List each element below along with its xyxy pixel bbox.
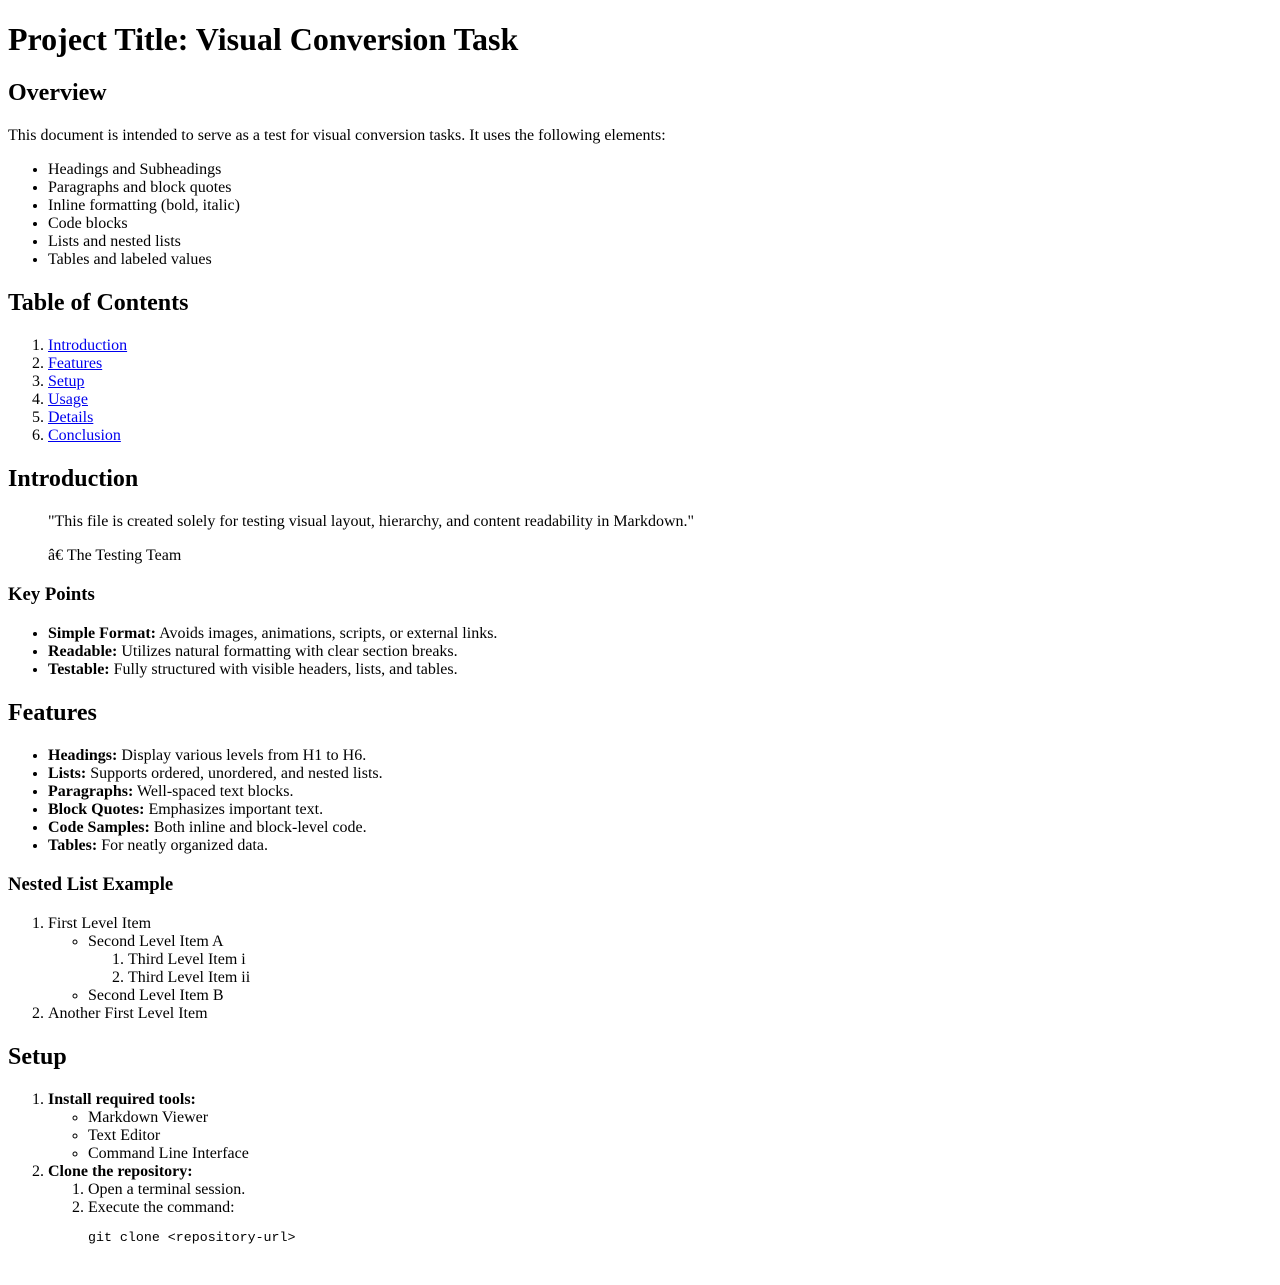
item-text: Second Level Item A (88, 933, 224, 950)
item-text: Fully structured with visible headers, l… (109, 661, 458, 678)
list-item: Lists: Supports ordered, unordered, and … (48, 765, 1272, 783)
sub-list: Second Level Item A Third Level Item i T… (48, 933, 1272, 1005)
list-item: Block Quotes: Emphasizes important text. (48, 801, 1272, 819)
list-item: Testable: Fully structured with visible … (48, 661, 1272, 679)
nested-list-heading: Nested List Example (8, 874, 174, 895)
list-item: Third Level Item i (128, 951, 1272, 969)
tools-list: Markdown Viewer Text Editor Command Line… (48, 1109, 1272, 1163)
setup-heading: Setup (8, 1044, 67, 1070)
item-label: Paragraphs: (48, 783, 134, 800)
setup-steps: Install required tools: Markdown Viewer … (8, 1091, 1272, 1245)
list-item: Headings: Display various levels from H1… (48, 747, 1272, 765)
item-text: Both inline and block-level code. (149, 819, 367, 836)
code-block: git clone <repository-url> (88, 1230, 296, 1245)
list-item: First Level Item Second Level Item A Thi… (48, 915, 1272, 1005)
list-item: Third Level Item ii (128, 969, 1272, 987)
toc-item: Setup (48, 373, 1272, 391)
item-text: Well-spaced text blocks. (133, 783, 294, 800)
item-text: Display various levels from H1 to H6. (117, 747, 367, 764)
toc-link-features[interactable]: Features (48, 355, 102, 372)
list-item: Paragraphs and block quotes (48, 179, 1272, 197)
list-item: Code blocks (48, 215, 1272, 233)
features-list: Headings: Display various levels from H1… (8, 747, 1272, 855)
intro-blockquote: "This file is created solely for testing… (48, 513, 1232, 565)
item-text: Emphasizes important text. (144, 801, 324, 818)
toc-link-introduction[interactable]: Introduction (48, 337, 127, 354)
list-item: Command Line Interface (88, 1145, 1272, 1163)
list-item: Second Level Item B (88, 987, 1272, 1005)
introduction-heading: Introduction (8, 466, 139, 492)
toc-link-setup[interactable]: Setup (48, 373, 84, 390)
item-label: Testable: (48, 661, 110, 678)
overview-list: Headings and Subheadings Paragraphs and … (8, 161, 1272, 269)
item-label: Block Quotes: (48, 801, 145, 818)
overview-heading: Overview (8, 80, 107, 106)
toc-list: Introduction Features Setup Usage Detail… (8, 337, 1272, 445)
clone-substeps: Open a terminal session. Execute the com… (48, 1181, 1272, 1245)
list-item: Code Samples: Both inline and block-leve… (48, 819, 1272, 837)
toc-link-conclusion[interactable]: Conclusion (48, 427, 121, 444)
item-label: Headings: (48, 747, 118, 764)
features-heading: Features (8, 700, 97, 726)
overview-intro: This document is intended to serve as a … (8, 127, 666, 144)
list-item: Text Editor (88, 1127, 1272, 1145)
list-item: Tables and labeled values (48, 251, 1272, 269)
list-item: Execute the command: git clone <reposito… (88, 1199, 1272, 1245)
key-points-heading: Key Points (8, 584, 95, 605)
item-text: Execute the command: (88, 1199, 235, 1216)
toc-heading: Table of Contents (8, 290, 189, 316)
item-label: Lists: (48, 765, 87, 782)
item-text: First Level Item (48, 915, 152, 932)
list-item: Install required tools: Markdown Viewer … (48, 1091, 1272, 1163)
list-item: Open a terminal session. (88, 1181, 1272, 1199)
step-label: Clone the repository: (48, 1163, 193, 1180)
list-item: Second Level Item A Third Level Item i T… (88, 933, 1272, 987)
item-label: Code Samples: (48, 819, 150, 836)
quote-text: "This file is created solely for testing… (48, 513, 695, 530)
list-item: Lists and nested lists (48, 233, 1272, 251)
toc-link-usage[interactable]: Usage (48, 391, 88, 408)
list-item: Another First Level Item (48, 1005, 1272, 1023)
item-label: Tables: (48, 837, 98, 854)
list-item: Readable: Utilizes natural formatting wi… (48, 643, 1272, 661)
list-item: Headings and Subheadings (48, 161, 1272, 179)
item-label: Simple Format: (48, 625, 156, 642)
item-text: Avoids images, animations, scripts, or e… (155, 625, 498, 642)
toc-item: Features (48, 355, 1272, 373)
item-text: For neatly organized data. (97, 837, 268, 854)
toc-item: Details (48, 409, 1272, 427)
key-points-list: Simple Format: Avoids images, animations… (8, 625, 1272, 679)
item-label: Readable: (48, 643, 118, 660)
step-label: Install required tools: (48, 1091, 196, 1108)
list-item: Inline formatting (bold, italic) (48, 197, 1272, 215)
list-item: Paragraphs: Well-spaced text blocks. (48, 783, 1272, 801)
nested-list: First Level Item Second Level Item A Thi… (8, 915, 1272, 1023)
toc-item: Usage (48, 391, 1272, 409)
sub-sub-list: Third Level Item i Third Level Item ii (88, 951, 1272, 987)
item-text: Utilizes natural formatting with clear s… (117, 643, 458, 660)
list-item: Tables: For neatly organized data. (48, 837, 1272, 855)
toc-link-details[interactable]: Details (48, 409, 93, 426)
list-item: Markdown Viewer (88, 1109, 1272, 1127)
item-text: Supports ordered, unordered, and nested … (86, 765, 383, 782)
toc-item: Conclusion (48, 427, 1272, 445)
page-title: Project Title: Visual Conversion Task (8, 21, 519, 57)
toc-item: Introduction (48, 337, 1272, 355)
list-item: Clone the repository: Open a terminal se… (48, 1163, 1272, 1245)
list-item: Simple Format: Avoids images, animations… (48, 625, 1272, 643)
document: Project Title: Visual Conversion Task Ov… (0, 21, 1280, 1245)
quote-attribution: â€ The Testing Team (48, 547, 182, 564)
